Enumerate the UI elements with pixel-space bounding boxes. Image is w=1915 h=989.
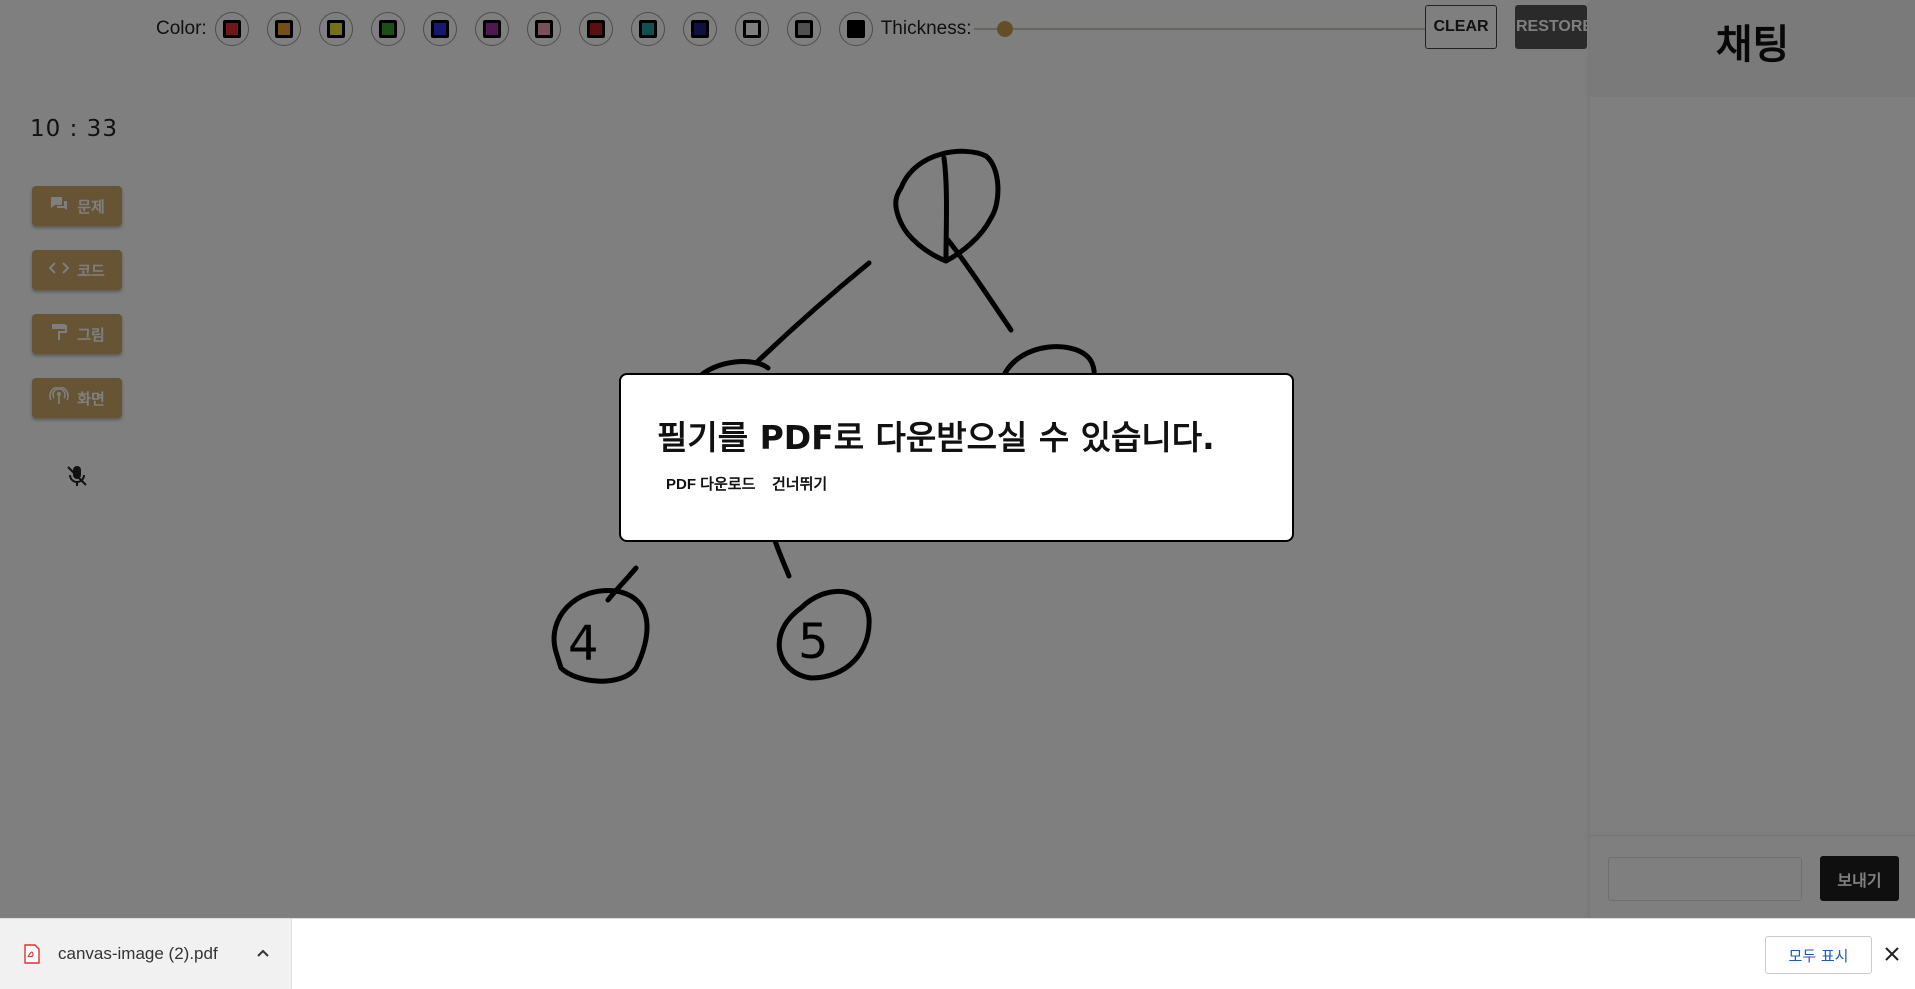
pdf-download-button[interactable]: PDF 다운로드 xyxy=(666,473,755,494)
close-icon[interactable] xyxy=(1881,943,1903,965)
chevron-up-icon[interactable] xyxy=(254,945,272,963)
skip-button[interactable]: 건너뛰기 xyxy=(772,473,827,494)
download-bar: canvas-image (2).pdf 모두 표시 xyxy=(0,918,1915,989)
pdf-file-icon xyxy=(24,944,40,964)
show-all-button[interactable]: 모두 표시 xyxy=(1765,936,1872,974)
download-filename: canvas-image (2).pdf xyxy=(58,944,218,963)
download-item[interactable]: canvas-image (2).pdf xyxy=(0,919,292,989)
pdf-download-modal: 필기를 PDF로 다운받으실 수 있습니다. PDF 다운로드 건너뛰기 xyxy=(619,373,1294,542)
app-root: 10 : 33 문제 코드 그림 화면 xyxy=(0,0,1915,989)
modal-title: 필기를 PDF로 다운받으실 수 있습니다. xyxy=(657,418,1215,457)
